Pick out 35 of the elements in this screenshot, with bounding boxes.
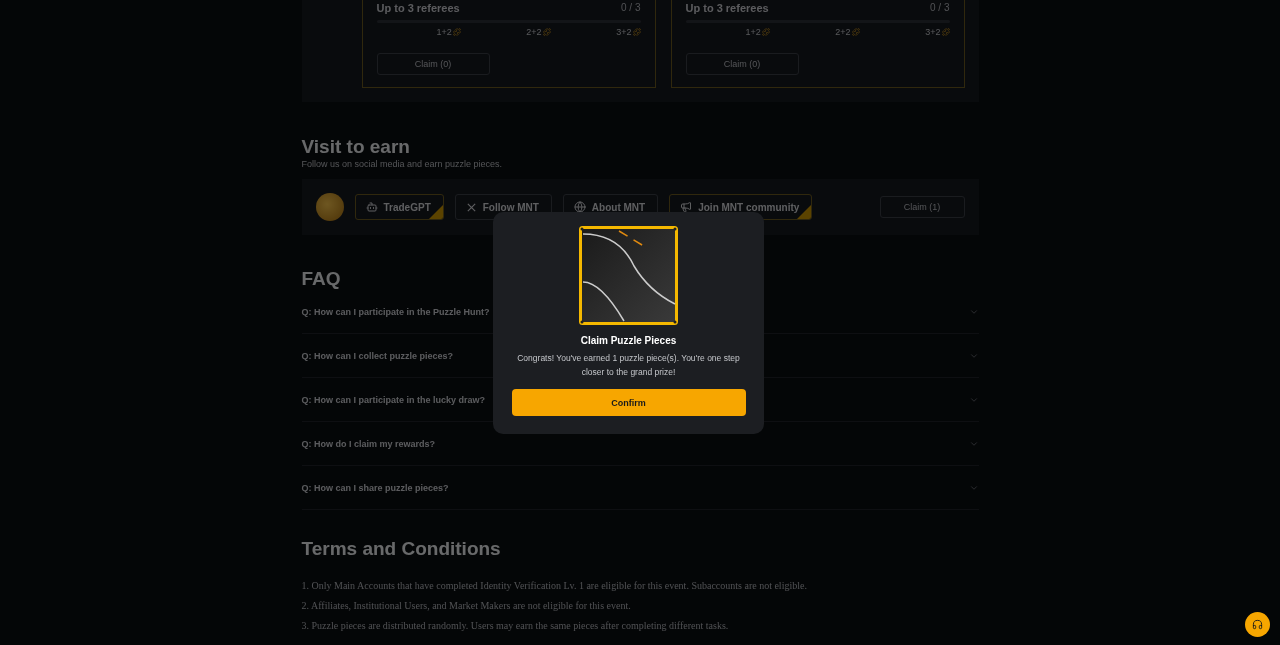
robot-icon (365, 201, 378, 213)
referee-count: 0 / 3 (621, 2, 641, 14)
support-button[interactable] (1245, 612, 1270, 637)
section-title: FAQ (301, 268, 342, 290)
puzzle-icon (542, 28, 551, 36)
milestone-label: 2+2 (835, 27, 851, 37)
card-title: Up to 3 referees (376, 2, 460, 14)
task-button[interactable]: TradeGPT (354, 194, 444, 220)
confirm-button[interactable]: Confirm (511, 389, 746, 416)
section-title: Terms and Conditions (301, 538, 502, 560)
puzzle-icon (851, 28, 860, 36)
section-subtitle: Follow us on social media and earn puzzle pieces. (301, 159, 504, 169)
completed-corner-icon (797, 205, 812, 219)
faq-item[interactable]: Q: How can I share puzzle pieces? (301, 466, 979, 510)
megaphone-icon (680, 201, 693, 213)
dialog-message: Congrats! You've earned 1 puzzle piece(s). You're one step closer to the grand prize! (516, 352, 741, 379)
dialog-title: Claim Puzzle Pieces (580, 335, 677, 346)
terms-paragraph: 3. Puzzle pieces are distributed randomly. Users may earn the same pieces after completing different tasks. (301, 620, 730, 631)
milestone-label: 2+2 (526, 27, 542, 37)
milestone-label: 1+2 (745, 27, 761, 37)
coin-icon (315, 193, 344, 221)
puzzle-icon (761, 28, 770, 36)
puzzle-icon (452, 28, 461, 36)
milestone-label: 3+2 (616, 27, 632, 37)
x-logo-icon (465, 201, 477, 213)
referee-count: 0 / 3 (930, 2, 950, 14)
card-title: Up to 3 referees (685, 2, 769, 14)
headset-icon (1252, 619, 1263, 630)
milestone-label: 3+2 (925, 27, 941, 37)
section-title: Visit to earn (301, 136, 411, 158)
globe-icon (573, 201, 586, 213)
terms-paragraph: 2. Affiliates, Institutional Users, and Market Makers are not eligible for this event. (301, 600, 632, 611)
puzzle-icon (632, 28, 641, 36)
puzzle-icon (941, 28, 950, 36)
milestone-label: 1+2 (436, 27, 452, 37)
